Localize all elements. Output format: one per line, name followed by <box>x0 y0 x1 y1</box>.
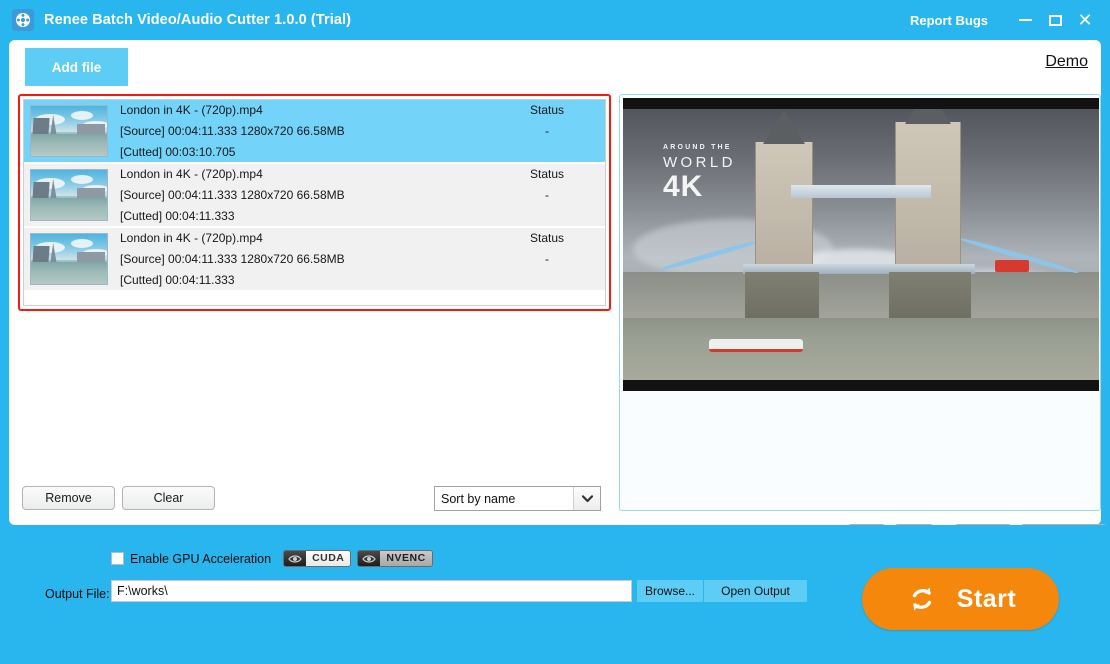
close-button[interactable]: ✕ <box>1070 0 1100 40</box>
file-name: London in 4K - (720p).mp4 <box>120 228 495 249</box>
video-preview[interactable]: AROUND THE WORLD 4K <box>623 98 1099 391</box>
sort-dropdown-value: Sort by name <box>435 492 573 506</box>
refresh-cycle-icon <box>905 582 939 616</box>
remove-button[interactable]: Remove <box>22 486 115 510</box>
output-bar: Enable GPU Acceleration CUDA NV <box>0 525 1110 664</box>
status-label: Status <box>495 100 599 121</box>
main-panel: Add file Demo London in 4K - (720p).mp4 … <box>9 40 1101 525</box>
status-value: - <box>495 249 599 270</box>
file-info: London in 4K - (720p).mp4 [Source] 00:04… <box>120 164 495 227</box>
file-list[interactable]: London in 4K - (720p).mp4 [Source] 00:04… <box>23 99 606 306</box>
table-row[interactable]: London in 4K - (720p).mp4 [Source] 00:04… <box>24 100 605 164</box>
close-icon: ✕ <box>1077 11 1092 29</box>
chevron-down-icon <box>573 487 600 510</box>
enable-gpu-label: Enable GPU Acceleration <box>130 552 271 566</box>
output-file-label: Output File: <box>45 587 110 601</box>
status-cell: Status - <box>495 100 599 163</box>
maximize-button[interactable] <box>1040 0 1070 40</box>
sort-dropdown[interactable]: Sort by name <box>434 486 601 511</box>
preview-panel: AROUND THE WORLD 4K 00:01:00.628 Preserv… <box>619 94 1101 511</box>
status-value: - <box>495 185 599 206</box>
cuda-badge: CUDA <box>283 550 351 567</box>
video-thumbnail <box>30 169 108 221</box>
watermark-line-2: WORLD <box>663 155 736 170</box>
file-source-info: [Source] 00:04:11.333 1280x720 66.58MB <box>120 121 495 142</box>
add-file-button[interactable]: Add file <box>25 48 128 86</box>
nvenc-badge-label: NVENC <box>380 551 431 566</box>
table-row[interactable]: London in 4K - (720p).mp4 [Source] 00:04… <box>24 164 605 228</box>
status-cell: Status - <box>495 228 599 291</box>
minimize-icon <box>1019 19 1032 21</box>
status-label: Status <box>495 228 599 249</box>
cuda-badge-label: CUDA <box>306 551 350 566</box>
start-button[interactable]: Start <box>862 568 1059 630</box>
report-bugs-link[interactable]: Report Bugs <box>910 13 988 28</box>
file-name: London in 4K - (720p).mp4 <box>120 100 495 121</box>
window-controls: Report Bugs ✕ <box>910 0 1110 40</box>
start-button-label: Start <box>957 585 1016 614</box>
video-watermark: AROUND THE WORLD 4K <box>663 144 736 202</box>
open-output-button[interactable]: Open Output <box>704 580 807 602</box>
file-source-info: [Source] 00:04:11.333 1280x720 66.58MB <box>120 185 495 206</box>
maximize-icon <box>1049 15 1062 26</box>
output-path-input[interactable] <box>111 580 632 602</box>
video-frame: AROUND THE WORLD 4K <box>623 109 1099 380</box>
gpu-acceleration-row: Enable GPU Acceleration CUDA NV <box>111 550 439 567</box>
minimize-button[interactable] <box>1010 0 1040 40</box>
video-thumbnail <box>30 105 108 157</box>
film-reel-icon <box>12 9 34 31</box>
nvenc-badge: NVENC <box>357 550 432 567</box>
status-label: Status <box>495 164 599 185</box>
file-info: London in 4K - (720p).mp4 [Source] 00:04… <box>120 100 495 163</box>
status-cell: Status - <box>495 164 599 227</box>
browse-button[interactable]: Browse... <box>637 580 703 602</box>
file-cut-info: [Cutted] 00:04:11.333 <box>120 270 495 291</box>
file-source-info: [Source] 00:04:11.333 1280x720 66.58MB <box>120 249 495 270</box>
clear-button[interactable]: Clear <box>122 486 215 510</box>
nvidia-eye-icon <box>284 551 306 566</box>
watermark-line-3: 4K <box>663 172 736 202</box>
table-row[interactable]: London in 4K - (720p).mp4 [Source] 00:04… <box>24 228 605 292</box>
demo-link[interactable]: Demo <box>1045 53 1088 71</box>
title-bar: Renee Batch Video/Audio Cutter 1.0.0 (Tr… <box>0 0 1110 40</box>
file-info: London in 4K - (720p).mp4 [Source] 00:04… <box>120 228 495 291</box>
watermark-line-1: AROUND THE <box>663 144 736 151</box>
nvidia-eye-icon <box>358 551 380 566</box>
file-cut-info: [Cutted] 00:03:10.705 <box>120 142 495 163</box>
application-window: Renee Batch Video/Audio Cutter 1.0.0 (Tr… <box>0 0 1110 664</box>
enable-gpu-checkbox[interactable] <box>111 552 124 565</box>
video-thumbnail <box>30 233 108 285</box>
file-name: London in 4K - (720p).mp4 <box>120 164 495 185</box>
window-title: Renee Batch Video/Audio Cutter 1.0.0 (Tr… <box>44 12 351 28</box>
status-value: - <box>495 121 599 142</box>
file-list-highlight: London in 4K - (720p).mp4 [Source] 00:04… <box>18 94 611 311</box>
file-cut-info: [Cutted] 00:04:11.333 <box>120 206 495 227</box>
